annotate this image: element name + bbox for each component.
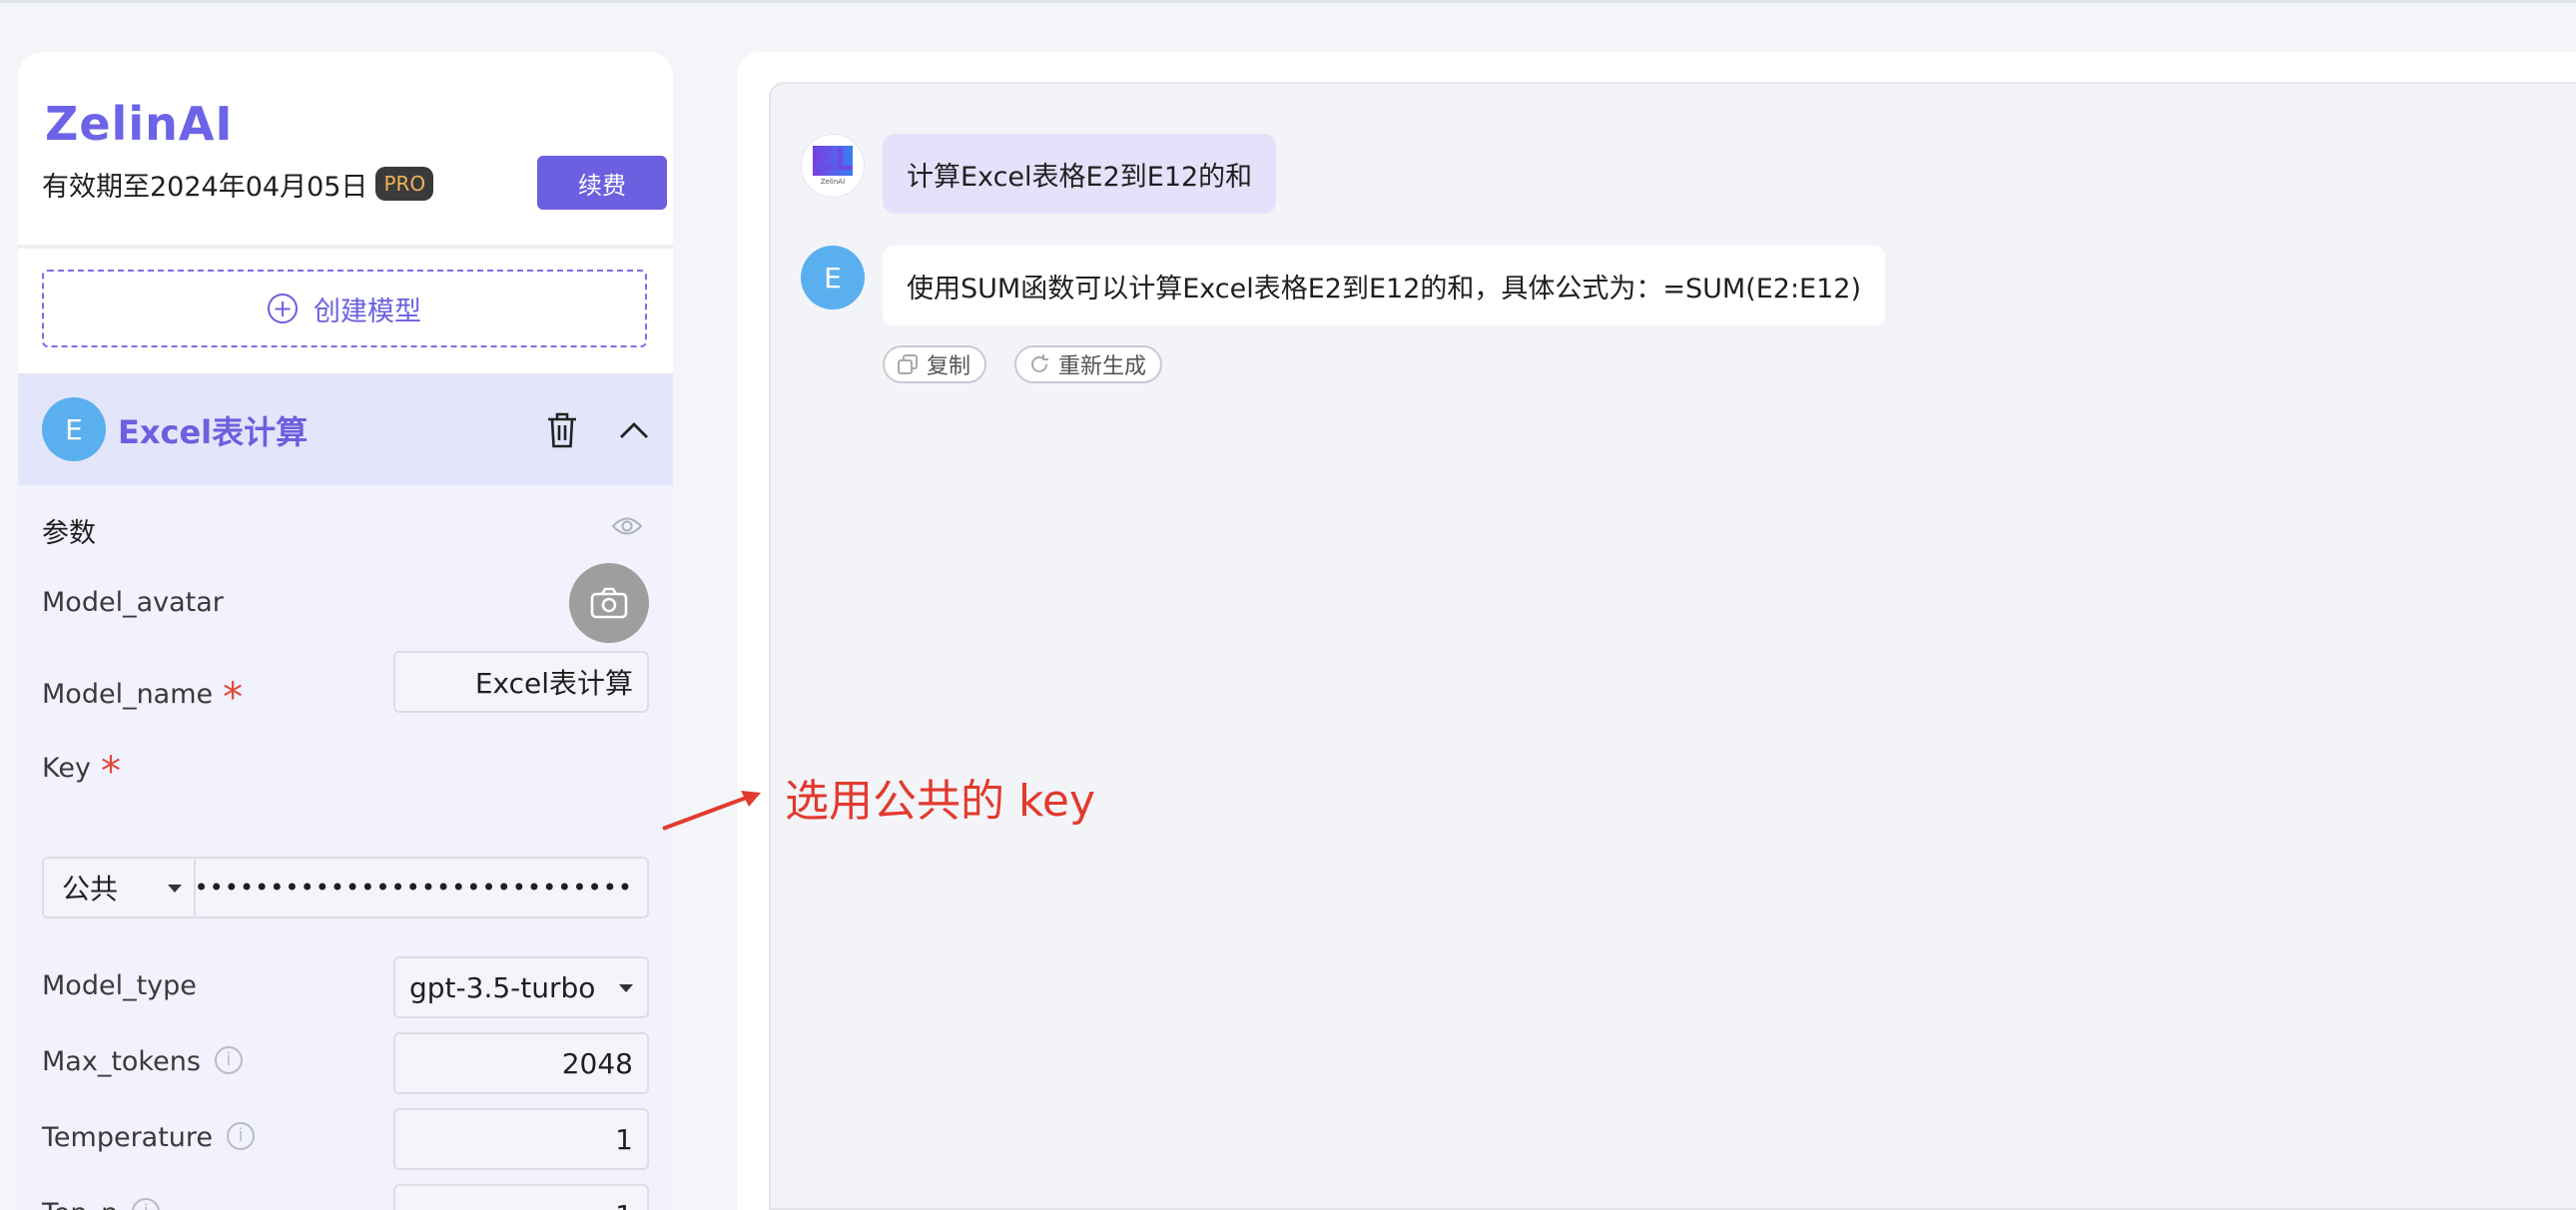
model-type-label: Model_type	[42, 970, 197, 1001]
eye-icon[interactable]	[611, 515, 643, 537]
model-title: Excel表计算	[118, 407, 308, 453]
copy-icon	[897, 353, 919, 375]
plus-circle-icon: +	[268, 294, 298, 323]
subscription-info: 有效期至2024年04月05日 PRO	[42, 162, 433, 206]
params-section-label: 参数	[42, 511, 96, 550]
annotation-text: 选用公共的 key	[785, 765, 1095, 829]
copy-button[interactable]: 复制	[883, 345, 986, 383]
bot-avatar: ZL ZelinAI	[801, 134, 865, 198]
brand-logo: ZelinAI	[45, 96, 234, 152]
caret-down-icon	[619, 984, 633, 992]
user-avatar: E	[801, 246, 865, 309]
top-divider	[0, 0, 2576, 3]
max-tokens-input[interactable]: 2048	[393, 1032, 649, 1094]
create-model-button[interactable]: + 创建模型	[42, 270, 647, 347]
model-avatar: E	[42, 397, 106, 461]
create-model-label: 创建模型	[314, 290, 421, 328]
camera-icon	[590, 587, 628, 619]
info-icon[interactable]: i	[132, 1198, 160, 1210]
model-card-header[interactable]: E Excel表计算	[18, 373, 673, 485]
info-icon[interactable]: i	[227, 1122, 255, 1150]
required-mark: *	[223, 675, 243, 721]
temperature-label: Temperature i	[42, 1122, 255, 1153]
annotation-arrow-icon	[657, 785, 765, 833]
avatar-upload-button[interactable]	[569, 563, 649, 643]
max-tokens-label: Max_tokens i	[42, 1046, 243, 1077]
regenerate-label: 重新生成	[1058, 348, 1146, 380]
bot-reply-bubble: 使用SUM函数可以计算Excel表格E2到E12的和，具体公式为：=SUM(E2…	[883, 246, 1885, 325]
model-sidebar: ZelinAI 有效期至2024年04月05日 PRO 续费 + 创建模型 E …	[18, 52, 673, 1210]
caret-down-icon	[168, 885, 182, 893]
bot-avatar-caption: ZelinAI	[821, 178, 845, 186]
key-type-select[interactable]: 公共	[42, 857, 196, 918]
user-message-bubble: 计算Excel表格E2到E12的和	[883, 134, 1276, 214]
required-mark: *	[101, 749, 121, 795]
model-avatar-label: Model_avatar	[42, 587, 224, 618]
renew-button[interactable]: 续费	[537, 156, 667, 210]
max-tokens-label-text: Max_tokens	[42, 1046, 201, 1077]
model-type-value: gpt-3.5-turbo	[409, 971, 595, 1004]
expiry-text: 有效期至2024年04月05日	[42, 165, 367, 204]
info-icon[interactable]: i	[215, 1046, 243, 1074]
api-key-input[interactable]: ••••••••••••••••••••••••••••••	[194, 857, 649, 918]
model-type-select[interactable]: gpt-3.5-turbo	[393, 956, 649, 1018]
key-label: Key*	[42, 741, 121, 787]
top-p-input[interactable]: 1	[393, 1184, 649, 1210]
copy-label: 复制	[927, 348, 970, 380]
model-params-panel: 参数 Model_avatar Model_name* Excel表计算 Key…	[18, 485, 673, 1210]
refresh-icon	[1028, 353, 1050, 375]
key-type-value: 公共	[62, 868, 118, 908]
top-p-label: Top_p i	[42, 1198, 160, 1210]
model-name-label-text: Model_name	[42, 679, 213, 710]
model-name-label: Model_name*	[42, 667, 243, 713]
top-p-label-text: Top_p	[42, 1198, 118, 1210]
regenerate-button[interactable]: 重新生成	[1014, 345, 1162, 383]
temperature-input[interactable]: 1	[393, 1108, 649, 1170]
chevron-up-icon[interactable]	[617, 413, 651, 447]
temperature-label-text: Temperature	[42, 1122, 213, 1153]
pro-badge: PRO	[375, 167, 433, 201]
bot-avatar-mark: ZL	[813, 146, 854, 176]
model-name-input[interactable]: Excel表计算	[393, 651, 649, 713]
key-label-text: Key	[42, 753, 91, 784]
divider	[18, 245, 673, 249]
brand-name: ZelinAI	[45, 97, 234, 151]
trash-icon[interactable]	[545, 411, 579, 449]
